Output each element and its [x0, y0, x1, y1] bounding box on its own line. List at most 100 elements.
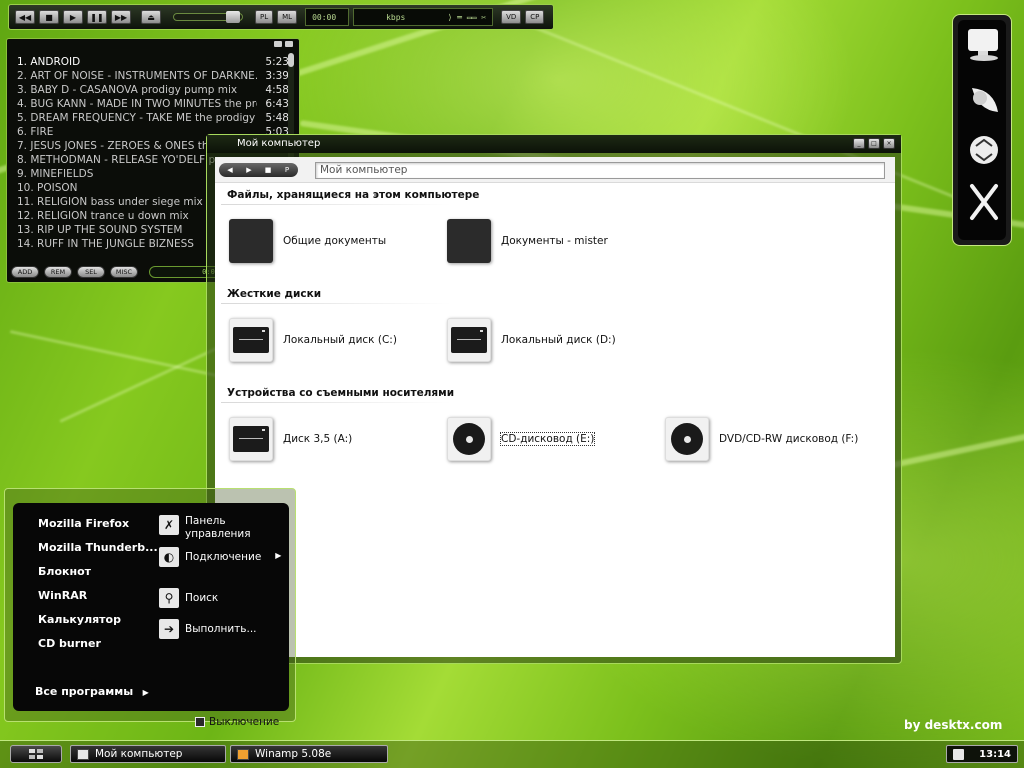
- track-row[interactable]: 5. DREAM FREQUENCY - TAKE ME the prodigy…: [17, 111, 289, 125]
- item-label: DVD/CD-RW дисковод (F:): [719, 433, 859, 445]
- close-x-icon[interactable]: [964, 182, 1004, 222]
- local-disk-c-item[interactable]: Локальный диск (C:): [229, 318, 397, 362]
- back-icon[interactable]: ◀: [222, 164, 238, 176]
- program-item[interactable]: Калькулятор: [38, 613, 158, 637]
- media-library-button[interactable]: ML: [277, 10, 298, 24]
- local-disk-d-item[interactable]: Локальный диск (D:): [447, 318, 616, 362]
- section-heading: Файлы, хранящиеся на этом компьютере: [227, 189, 480, 201]
- maximize-button[interactable]: □: [868, 138, 880, 149]
- explorer-toolbar: ◀ ▶ ■ P Мой компьютер: [215, 157, 895, 183]
- shutdown-button[interactable]: Выключение: [195, 716, 279, 728]
- address-bar[interactable]: Мой компьютер: [315, 162, 885, 179]
- prev-button[interactable]: ◀◀: [15, 10, 35, 24]
- minimize-button[interactable]: _: [853, 138, 865, 149]
- program-item[interactable]: Блокнот: [38, 565, 158, 589]
- task-label: Мой компьютер: [95, 748, 183, 760]
- program-item[interactable]: Mozilla Thunderb...: [38, 541, 158, 565]
- folder-icon: [229, 219, 273, 263]
- track-row[interactable]: 1. ANDROID 5:23: [17, 55, 289, 69]
- run-item[interactable]: ➔ Выполнить...: [159, 619, 257, 639]
- system-tray: 13:14: [946, 745, 1018, 763]
- close-button[interactable]: ×: [883, 138, 895, 149]
- program-list: Mozilla Firefox Mozilla Thunderb... Блок…: [38, 517, 158, 661]
- connect-item[interactable]: ◐ Подключение ▶: [159, 547, 281, 567]
- control-panel-item[interactable]: ✗ Панель управления: [159, 515, 255, 541]
- item-label: Подключение: [185, 551, 262, 563]
- track-row[interactable]: 3. BABY D - CASANOVA prodigy pump mix 4:5…: [17, 83, 289, 97]
- shutdown-label: Выключение: [209, 716, 280, 728]
- track-row[interactable]: 2. ART OF NOISE - INSTRUMENTS OF DARKNE.…: [17, 69, 289, 83]
- item-label: Локальный диск (D:): [501, 334, 616, 346]
- section-heading: Устройства со съемными носителями: [227, 387, 455, 399]
- program-item[interactable]: Mozilla Firefox: [38, 517, 158, 541]
- dvd-icon: [665, 417, 709, 461]
- explorer-titlebar[interactable]: Мой компьютер _ □ ×: [207, 135, 901, 153]
- winamp-icon: [237, 748, 249, 760]
- task-winamp[interactable]: Winamp 5.08e: [230, 745, 388, 763]
- playlist-toggle-button[interactable]: PL: [255, 10, 274, 24]
- desktop-dock: [952, 14, 1012, 246]
- network-icon: ◐: [159, 547, 179, 567]
- folder-up-icon[interactable]: ■: [260, 164, 276, 176]
- search-icon: ⚲: [159, 588, 179, 608]
- my-documents-item[interactable]: Документы - mister: [447, 219, 608, 263]
- item-label: Документы - mister: [501, 235, 608, 247]
- volume-knob[interactable]: [226, 11, 240, 23]
- all-programs-label: Все программы: [35, 685, 134, 698]
- item-label: CD-дисковод (E:): [499, 432, 596, 446]
- minimize-icon[interactable]: [274, 41, 282, 47]
- explorer-window: Мой компьютер _ □ × ◀ ▶ ■ P Мой компьюте…: [206, 134, 902, 664]
- remove-button[interactable]: REM: [44, 266, 72, 278]
- views-icon[interactable]: P: [279, 164, 295, 176]
- item-label: Общие документы: [283, 235, 387, 247]
- select-button[interactable]: SEL: [77, 266, 105, 278]
- scroll-thumb[interactable]: [288, 53, 294, 67]
- item-label: Поиск: [185, 592, 219, 604]
- dvd-drive-f-item[interactable]: DVD/CD-RW дисковод (F:): [665, 417, 858, 461]
- kbps-label: kbps: [386, 12, 406, 22]
- start-button[interactable]: [10, 745, 62, 763]
- next-button[interactable]: ▶▶: [111, 10, 131, 24]
- program-item[interactable]: CD burner: [38, 637, 158, 661]
- task-my-computer[interactable]: Мой компьютер: [70, 745, 226, 763]
- start-menu: Mozilla Firefox Mozilla Thunderb... Блок…: [4, 488, 296, 722]
- hard-disk-icon: [447, 318, 491, 362]
- cp-button[interactable]: CP: [525, 10, 545, 24]
- search-item[interactable]: ⚲ Поиск: [159, 588, 218, 608]
- playlist-titlebar: [7, 39, 299, 49]
- cd-icon: [447, 417, 491, 461]
- recycle-icon[interactable]: [964, 130, 1004, 170]
- forward-icon[interactable]: ▶: [241, 164, 257, 176]
- windows-logo-icon: [29, 749, 43, 759]
- play-button[interactable]: ▶: [63, 10, 83, 24]
- volume-slider[interactable]: [173, 11, 243, 23]
- stop-button[interactable]: ■: [39, 10, 59, 24]
- add-button[interactable]: ADD: [11, 266, 39, 278]
- section-divider: [221, 402, 451, 403]
- pause-button[interactable]: ❚❚: [87, 10, 107, 24]
- floppy-a-item[interactable]: Диск 3,5 (A:): [229, 417, 352, 461]
- tray-icon[interactable]: [953, 748, 964, 760]
- tools-icon: ✗: [159, 515, 179, 535]
- shared-documents-item[interactable]: Общие документы: [229, 219, 386, 263]
- section-divider: [221, 303, 451, 304]
- program-item[interactable]: WinRAR: [38, 589, 158, 613]
- track-row[interactable]: 4. BUG KANN - MADE IN TWO MINUTES the pr…: [17, 97, 289, 111]
- all-programs-button[interactable]: Все программы ▶: [35, 685, 149, 698]
- watermark: by desktx.com: [904, 718, 1003, 732]
- vd-button[interactable]: VD: [501, 10, 522, 24]
- cd-drive-e-item[interactable]: CD-дисковод (E:): [447, 417, 596, 461]
- hard-disk-icon: [229, 318, 273, 362]
- taskbar: Мой компьютер Winamp 5.08e 13:14: [0, 740, 1024, 768]
- section-divider: [221, 204, 451, 205]
- speaker-icon[interactable]: [964, 78, 1004, 118]
- item-label: Локальный диск (C:): [283, 334, 397, 346]
- section-heading: Жесткие диски: [227, 288, 322, 300]
- task-label: Winamp 5.08e: [255, 748, 332, 760]
- chevron-right-icon: ▶: [137, 688, 149, 697]
- misc-button[interactable]: MISC: [110, 266, 138, 278]
- close-icon[interactable]: [285, 41, 293, 47]
- eject-button[interactable]: ⏏: [141, 10, 161, 24]
- my-computer-icon[interactable]: [964, 24, 1004, 64]
- chevron-right-icon: ▶: [275, 551, 282, 560]
